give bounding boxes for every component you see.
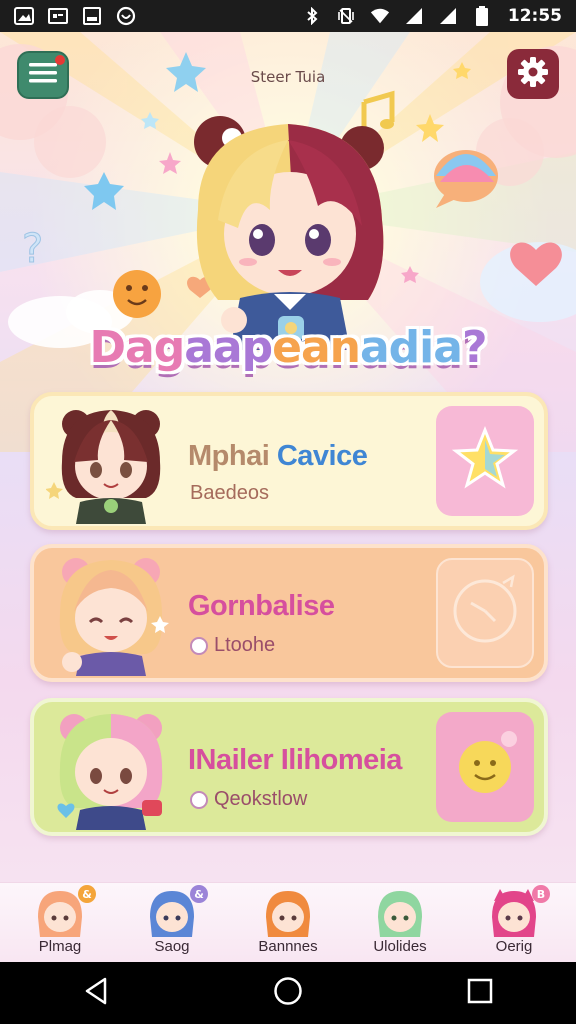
dock-label: Saog [154,938,190,955]
card-action-tile[interactable] [436,712,534,822]
smiley-bubble-icon [447,727,523,807]
app-brand-title: Dagaapeanadia? [0,322,576,373]
clock-time: 12:55 [507,6,562,26]
dock-label: Oerig [495,938,533,955]
clock-icon [447,573,523,653]
recents-square-icon [467,978,493,1008]
character-portrait-image [57,714,163,830]
card-subtitle-text: Qeokstlow [214,788,308,810]
radio-circle-icon [190,636,208,655]
card-subtitle: Baedeos [190,482,269,504]
gear-icon [517,56,549,92]
brand-title-part: Dag [89,322,186,373]
recents-button[interactable] [450,968,510,1018]
dock-item-1[interactable]: & Plmag [12,883,108,962]
character-avatar [378,891,422,937]
home-circle-icon [273,976,303,1010]
dock-item-5[interactable]: B Oerig [466,883,562,962]
dock-item-2[interactable]: & Saog [124,883,220,962]
whatsapp-icon [116,6,136,26]
brand-title-part: aap [184,322,273,373]
dock-item-4[interactable]: Ulolides [352,883,448,962]
dock-label: Bannnes [258,938,318,955]
signal-icon [404,7,424,25]
star-icon [450,424,520,498]
system-nav-bar [0,962,576,1024]
card-action-tile[interactable] [436,558,534,668]
settings-button[interactable] [507,49,559,99]
card-title: Mphai Cavice [188,440,368,473]
dock-label: Ulolides [373,938,427,955]
dock-item-3[interactable]: Bannnes [240,883,336,962]
card-action-tile[interactable] [436,406,534,516]
brand-title-part: ean [272,322,361,373]
character-portrait-image [59,558,169,676]
back-triangle-icon [83,977,109,1009]
card-subtitle: Ltoohe [190,634,275,657]
signal-icon [438,7,458,25]
app-screen: ? Steer Tuia Dagaapeanadia? Mphai Cavice… [0,32,576,962]
dock-label: Plmag [38,938,82,955]
vibrate-icon [336,7,356,25]
cast-icon [48,7,68,25]
character-dock: & Plmag & Saog Bannnes Ulolides B Oerig [0,882,576,962]
dock-badge: B [532,885,550,903]
status-bar: 12:55 [0,0,576,32]
square-icon [82,7,102,25]
gallery-icon [14,7,34,25]
brand-title-part: adia [359,322,463,373]
card-subtitle: Qeokstlow [190,788,307,811]
menu-card-3[interactable]: INailer Ilihomeia Qeokstlow [30,698,548,836]
menu-card-1[interactable]: Mphai Cavice Baedeos [30,392,548,530]
card-title: Gornbalise [188,590,335,622]
character-portrait-image [46,410,161,524]
home-button[interactable] [258,968,318,1018]
notification-dot [55,55,65,65]
svg-text:?: ? [22,226,43,272]
battery-icon [472,6,492,26]
card-title-accent: Cavice [276,440,368,472]
card-subtitle-text: Ltoohe [214,634,276,656]
page-title: Steer Tuia [250,68,326,86]
dock-badge: & [190,885,208,903]
mascot-character-image [194,116,384,350]
back-button[interactable] [66,968,126,1018]
character-avatar [266,891,310,937]
menu-card-2[interactable]: Gornbalise Ltoohe [30,544,548,682]
radio-circle-icon [190,790,208,809]
bluetooth-icon [302,7,322,25]
card-title: INailer Ilihomeia [188,744,402,776]
card-title-text: Mphai [188,440,270,472]
brand-title-part: ? [461,322,488,373]
dock-badge: & [78,885,96,903]
wifi-icon [370,7,390,25]
